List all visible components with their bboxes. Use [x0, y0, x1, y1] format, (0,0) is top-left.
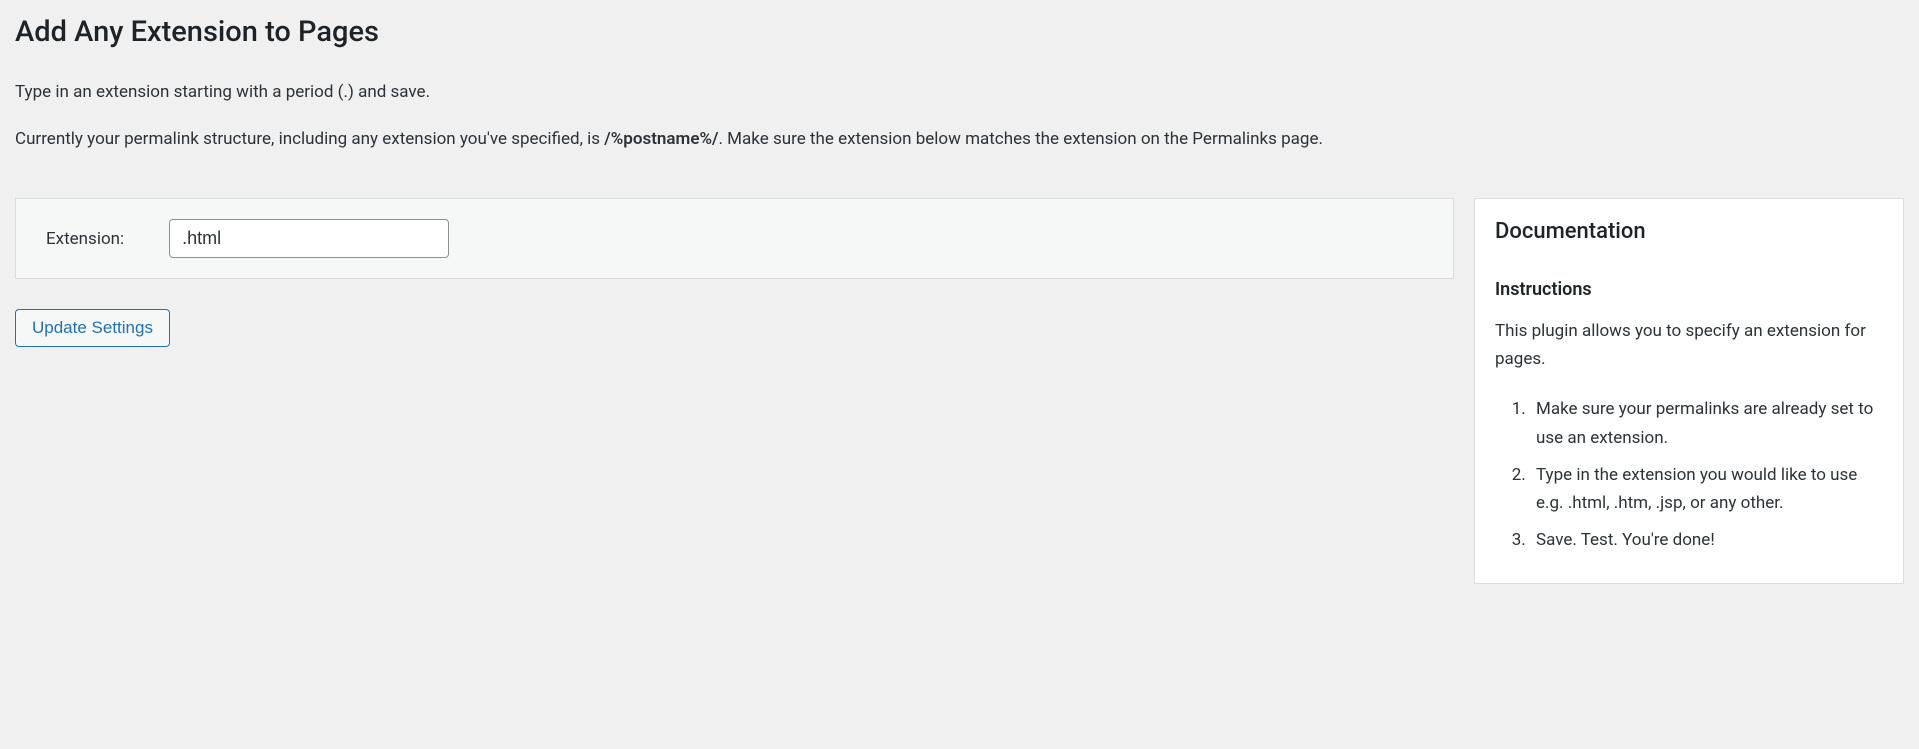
extension-label: Extension: [46, 229, 124, 249]
intro-suffix: . Make sure the extension below matches … [718, 129, 1322, 149]
list-item: Save. Test. You're done! [1530, 526, 1883, 555]
page-title: Add Any Extension to Pages [15, 15, 1904, 49]
list-item: Type in the extension you would like to … [1530, 461, 1883, 519]
permalink-structure: /%postname%/ [604, 129, 718, 149]
content-wrapper: Extension: Update Settings Documentation… [15, 198, 1904, 584]
main-panel: Extension: Update Settings [15, 198, 1454, 584]
instructions-list: Make sure your permalinks are already se… [1495, 395, 1883, 555]
update-settings-button[interactable]: Update Settings [15, 309, 170, 347]
documentation-description: This plugin allows you to specify an ext… [1495, 318, 1883, 372]
documentation-title: Documentation [1495, 219, 1883, 244]
instructions-subtitle: Instructions [1495, 279, 1883, 300]
list-item: Make sure your permalinks are already se… [1530, 395, 1883, 453]
documentation-panel: Documentation Instructions This plugin a… [1474, 198, 1904, 584]
form-box: Extension: [15, 198, 1454, 279]
submit-wrap: Update Settings [15, 309, 1454, 347]
intro-prefix: Currently your permalink structure, incl… [15, 129, 604, 149]
extension-input[interactable] [169, 219, 449, 258]
intro-text-2: Currently your permalink structure, incl… [15, 126, 1904, 153]
intro-text-1: Type in an extension starting with a per… [15, 79, 1904, 106]
